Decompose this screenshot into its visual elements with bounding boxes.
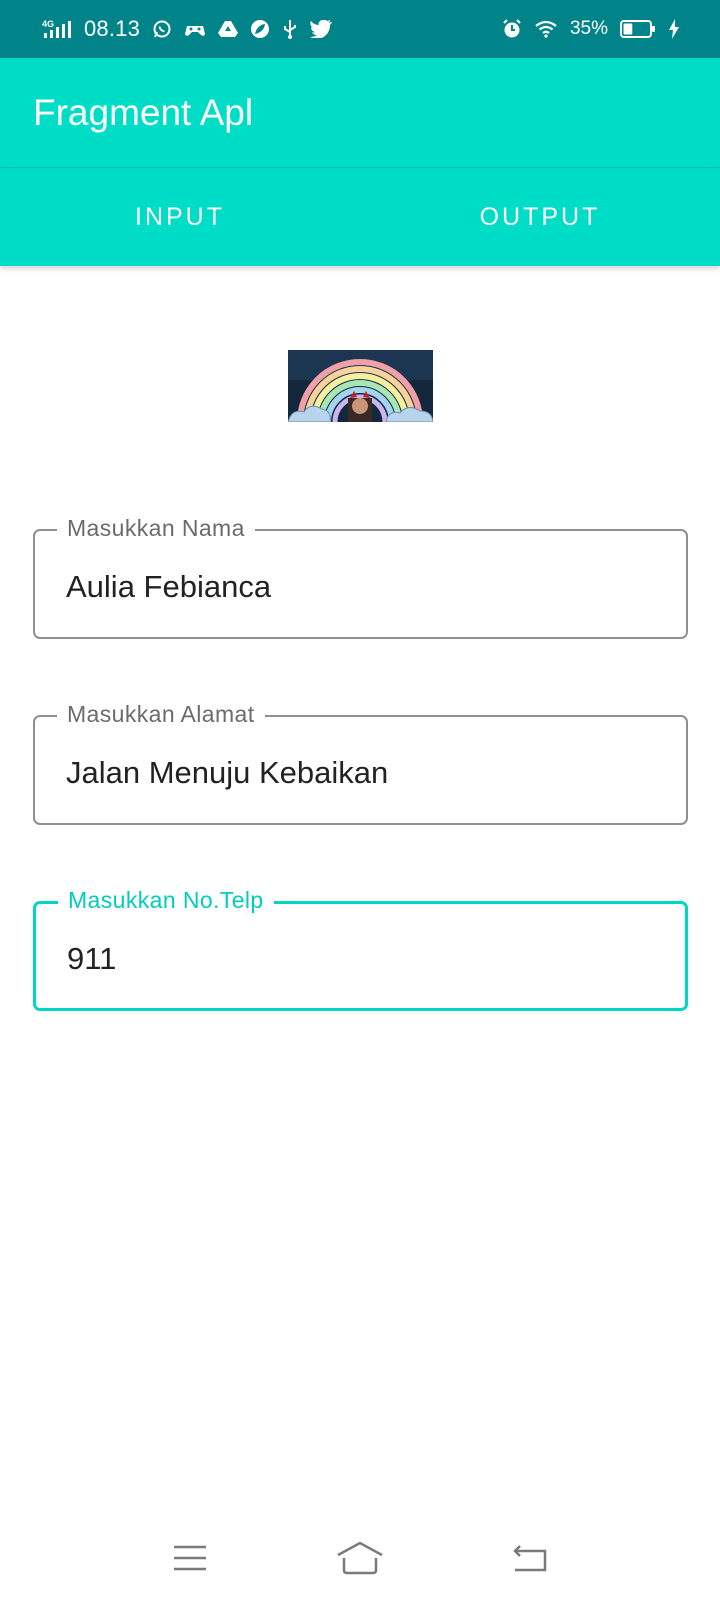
home-icon <box>336 1541 384 1580</box>
name-field[interactable]: Masukkan Nama Aulia Febianca <box>33 515 688 639</box>
menu-button[interactable] <box>160 1535 220 1585</box>
phone-field-value: 911 <box>67 941 117 976</box>
tab-bar: INPUT OUTPUT <box>0 168 720 266</box>
usb-icon <box>282 18 298 40</box>
wifi-icon <box>534 20 558 38</box>
name-field-value: Aulia Febianca <box>66 569 272 604</box>
status-bar-right: 35% <box>502 18 680 40</box>
phone-field[interactable]: Masukkan No.Telp 911 <box>33 887 688 1011</box>
status-bar: 4G 08.13 35% <box>0 0 720 58</box>
status-time: 08.13 <box>84 16 141 41</box>
charging-icon <box>668 19 680 39</box>
svg-text:4G: 4G <box>42 19 54 29</box>
battery-percent: 35% <box>569 18 608 39</box>
game-controller-icon <box>184 20 206 38</box>
leaf-icon <box>250 19 270 39</box>
status-bar-left: 4G 08.13 <box>42 16 333 42</box>
tab-input[interactable]: INPUT <box>0 168 360 266</box>
app-title: Fragment Apl <box>33 91 254 133</box>
drive-icon <box>218 20 239 38</box>
address-field-value: Jalan Menuju Kebaikan <box>66 755 389 790</box>
signal-icon: 4G <box>42 18 72 40</box>
phone-field-label: Masukkan No.Telp <box>58 887 274 914</box>
menu-icon <box>172 1544 208 1577</box>
address-field[interactable]: Masukkan Alamat Jalan Menuju Kebaikan <box>33 701 688 825</box>
navigation-bar <box>0 1520 720 1600</box>
app-bar: Fragment Apl <box>0 58 720 168</box>
whatsapp-icon <box>152 19 172 39</box>
battery-icon <box>620 19 656 39</box>
back-icon <box>512 1543 548 1578</box>
twitter-icon <box>310 20 333 38</box>
home-button[interactable] <box>330 1535 390 1585</box>
profile-image <box>288 350 433 422</box>
name-field-label: Masukkan Nama <box>57 515 255 542</box>
alarm-icon <box>502 19 522 39</box>
back-button[interactable] <box>500 1535 560 1585</box>
address-field-label: Masukkan Alamat <box>57 701 265 728</box>
tab-output[interactable]: OUTPUT <box>360 168 720 266</box>
